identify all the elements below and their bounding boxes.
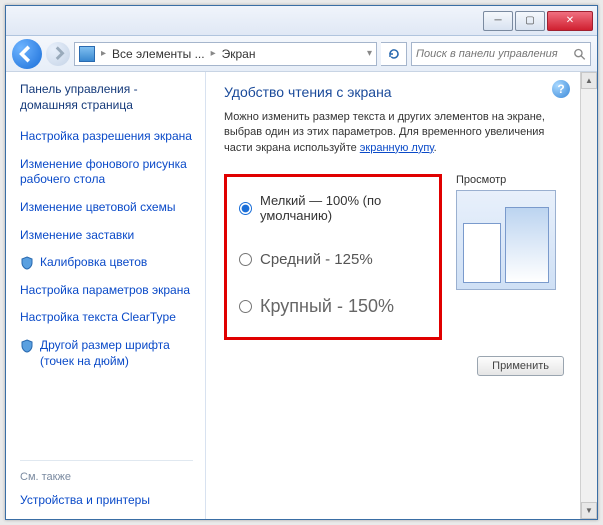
sidebar-footer: См. также Устройства и принтеры	[20, 460, 193, 511]
control-panel-icon	[79, 46, 95, 62]
search-input[interactable]	[416, 48, 569, 60]
search-box[interactable]	[411, 42, 591, 66]
sidebar-link-cleartype[interactable]: Настройка текста ClearType	[20, 310, 193, 326]
sidebar-link-dpi[interactable]: Другой размер шрифта (точек на дюйм)	[20, 338, 193, 369]
option-label: Средний - 125%	[260, 251, 373, 268]
scroll-track[interactable]	[581, 89, 597, 502]
shield-icon	[20, 256, 34, 270]
help-icon[interactable]: ?	[552, 80, 570, 98]
titlebar: ─ ▢ ✕	[6, 6, 597, 36]
sidebar: Панель управления - домашняя страница На…	[6, 72, 206, 519]
close-button[interactable]: ✕	[547, 11, 593, 31]
sidebar-link-devices[interactable]: Устройства и принтеры	[20, 493, 193, 509]
options-area: Мелкий — 100% (по умолчанию) Средний - 1…	[224, 174, 564, 340]
navbar: ▸ Все элементы ... ▸ Экран ▾	[6, 36, 597, 72]
content-area: Панель управления - домашняя страница На…	[6, 72, 597, 519]
desc-suffix: .	[434, 142, 437, 154]
option-large[interactable]: Крупный - 150%	[239, 296, 419, 317]
nav-back-button[interactable]	[12, 39, 42, 69]
size-options-group: Мелкий — 100% (по умолчанию) Средний - 1…	[224, 174, 442, 340]
sidebar-link-label: Калибровка цветов	[40, 255, 147, 271]
preview-window-icon	[505, 207, 549, 283]
window: ─ ▢ ✕ ▸ Все элементы ... ▸ Экран ▾ Панел…	[5, 5, 598, 520]
sidebar-link-display-params[interactable]: Настройка параметров экрана	[20, 283, 193, 299]
apply-button[interactable]: Применить	[477, 356, 564, 376]
sidebar-link-color-scheme[interactable]: Изменение цветовой схемы	[20, 200, 193, 216]
preview-label: Просмотр	[456, 174, 564, 186]
option-label: Крупный - 150%	[260, 296, 394, 317]
preview-window-icon	[463, 223, 501, 283]
option-medium[interactable]: Средний - 125%	[239, 251, 419, 268]
arrow-right-icon	[51, 46, 65, 60]
main-pane: ? Удобство чтения с экрана Можно изменит…	[206, 72, 580, 519]
radio-medium[interactable]	[239, 253, 252, 266]
apply-area: Применить	[224, 356, 564, 376]
magnifier-link[interactable]: экранную лупу	[360, 142, 434, 154]
shield-icon	[20, 339, 34, 353]
option-small[interactable]: Мелкий — 100% (по умолчанию)	[239, 193, 419, 223]
radio-large[interactable]	[239, 300, 252, 313]
maximize-button[interactable]: ▢	[515, 11, 545, 31]
page-heading: Удобство чтения с экрана	[224, 84, 564, 100]
sidebar-link-screensaver[interactable]: Изменение заставки	[20, 228, 193, 244]
scroll-down-button[interactable]: ▼	[581, 502, 597, 519]
preview-thumbnail	[456, 190, 556, 290]
radio-small[interactable]	[239, 202, 252, 215]
breadcrumb[interactable]: ▸ Все элементы ... ▸ Экран ▾	[74, 42, 377, 66]
scroll-up-button[interactable]: ▲	[581, 72, 597, 89]
breadcrumb-seg-1[interactable]: Все элементы ...	[112, 47, 205, 61]
nav-forward-button[interactable]	[46, 42, 70, 66]
breadcrumb-seg-2[interactable]: Экран	[222, 47, 256, 61]
sidebar-home-link[interactable]: Панель управления - домашняя страница	[20, 82, 193, 113]
arrow-left-icon	[18, 45, 36, 63]
chevron-down-icon[interactable]: ▾	[367, 48, 372, 59]
sidebar-link-wallpaper[interactable]: Изменение фонового рисунка рабочего стол…	[20, 157, 193, 188]
minimize-button[interactable]: ─	[483, 11, 513, 31]
search-icon	[573, 47, 586, 61]
refresh-icon	[387, 47, 401, 61]
page-description: Можно изменить размер текста и других эл…	[224, 110, 564, 156]
chevron-right-icon: ▸	[211, 48, 216, 59]
chevron-right-icon: ▸	[101, 48, 106, 59]
option-label: Мелкий — 100% (по умолчанию)	[260, 193, 419, 223]
vertical-scrollbar[interactable]: ▲ ▼	[580, 72, 597, 519]
see-also-label: См. также	[20, 471, 193, 483]
refresh-button[interactable]	[381, 42, 407, 66]
sidebar-link-calibrate[interactable]: Калибровка цветов	[20, 255, 193, 271]
preview-column: Просмотр	[456, 174, 564, 290]
sidebar-link-resolution[interactable]: Настройка разрешения экрана	[20, 129, 193, 145]
sidebar-link-label: Другой размер шрифта (точек на дюйм)	[40, 338, 193, 369]
